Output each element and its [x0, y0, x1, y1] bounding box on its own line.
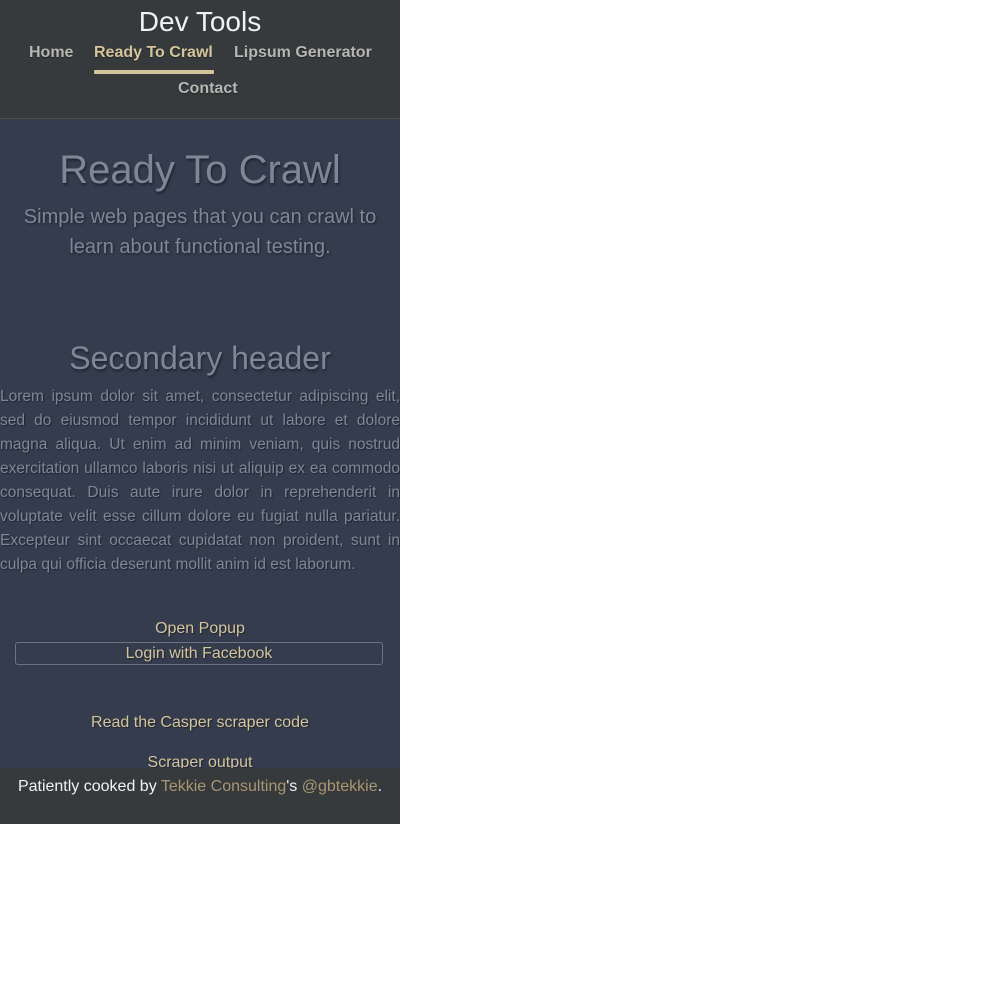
site-header: Dev Tools Home Ready To Crawl Lipsum Gen…	[0, 0, 400, 119]
footer-prefix: Patiently cooked by	[17, 778, 161, 795]
footer-possessive: 's	[286, 778, 302, 795]
page-subtitle: Simple web pages that you can crawl to l…	[23, 206, 377, 258]
nav-home[interactable]: Home	[29, 42, 73, 64]
page-viewport: Dev Tools Home Ready To Crawl Lipsum Gen…	[0, 0, 400, 824]
nav-lipsum-generator[interactable]: Lipsum Generator	[234, 42, 372, 64]
page-title: Ready To Crawl	[59, 148, 341, 192]
site-brand[interactable]: Dev Tools	[0, 4, 400, 40]
lorem-paragraph: Lorem ipsum dolor sit amet, consectetur …	[0, 388, 400, 573]
footer-suffix: .	[377, 778, 383, 795]
nav-ready-to-crawl[interactable]: Ready To Crawl	[94, 42, 213, 64]
site-footer: Patiently cooked by Tekkie Consulting's …	[0, 768, 400, 824]
footer-handle-link[interactable]: @gbtekkie	[302, 778, 378, 795]
footer-company-link[interactable]: Tekkie Consulting	[161, 778, 286, 795]
nav-contact[interactable]: Contact	[178, 78, 238, 100]
casper-code-link[interactable]: Read the Casper scraper code	[0, 712, 400, 734]
open-popup-link[interactable]: Open Popup	[0, 618, 400, 640]
secondary-header: Secondary header	[69, 340, 331, 376]
nav-active-indicator	[94, 70, 214, 74]
login-facebook-button[interactable]: Login with Facebook	[15, 642, 383, 665]
